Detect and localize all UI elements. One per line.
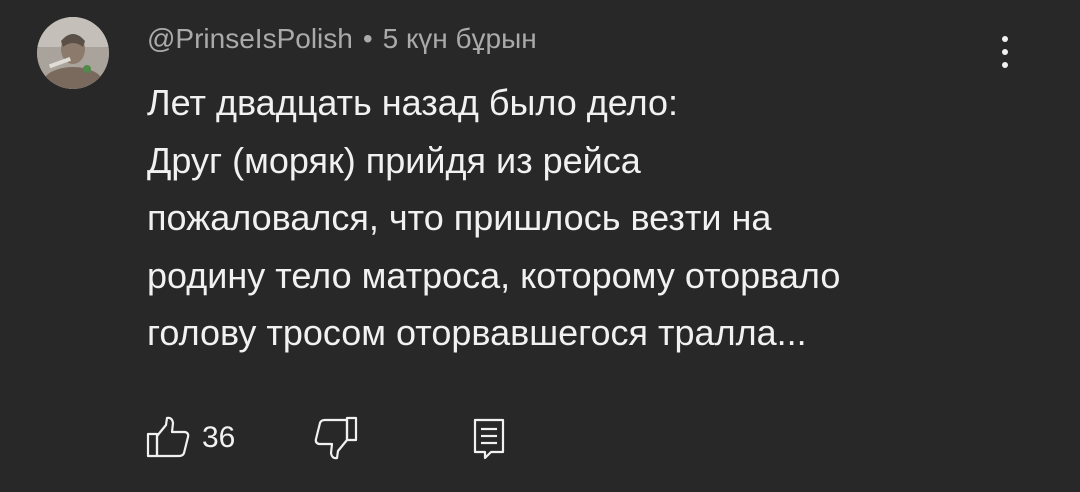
more-vertical-icon (1002, 36, 1008, 42)
comment-line: родину тело матроса, которому оторвало (147, 254, 841, 296)
comment-card: @PrinseIsPolish • 5 күн бұрын Лет двадцать… (0, 0, 1080, 492)
meta-separator: • (362, 23, 373, 54)
avatar[interactable] (37, 17, 109, 89)
comment-line: Лет двадцать назад было дело: (147, 82, 679, 123)
comment-time: 5 күн бұрын (382, 23, 537, 54)
author-name[interactable]: @PrinseIsPolish (147, 23, 353, 54)
reply-comment-icon (473, 418, 505, 460)
more-options-button[interactable] (990, 30, 1020, 74)
more-dot (1002, 62, 1008, 68)
dislike-button[interactable] (311, 414, 359, 462)
comment-text: Лет двадцать назад было дело: Друг (моря… (147, 74, 1027, 362)
comment-line: Друг (моряк) прийдя из рейса (147, 139, 641, 181)
comment-line: голову тросом оторвавшегося тралла... (147, 312, 807, 353)
like-count: 36 (202, 421, 236, 454)
reply-button[interactable] (465, 414, 513, 462)
comment-line: пожаловался, что пришлось везти на (147, 197, 772, 238)
thumb-up-icon (146, 416, 190, 458)
like-button[interactable] (145, 414, 193, 462)
avatar-photo (37, 17, 109, 89)
thumb-down-icon (314, 416, 358, 460)
more-dot (1002, 49, 1008, 55)
comment-header: @PrinseIsPolish • 5 күн бұрын (147, 22, 537, 56)
